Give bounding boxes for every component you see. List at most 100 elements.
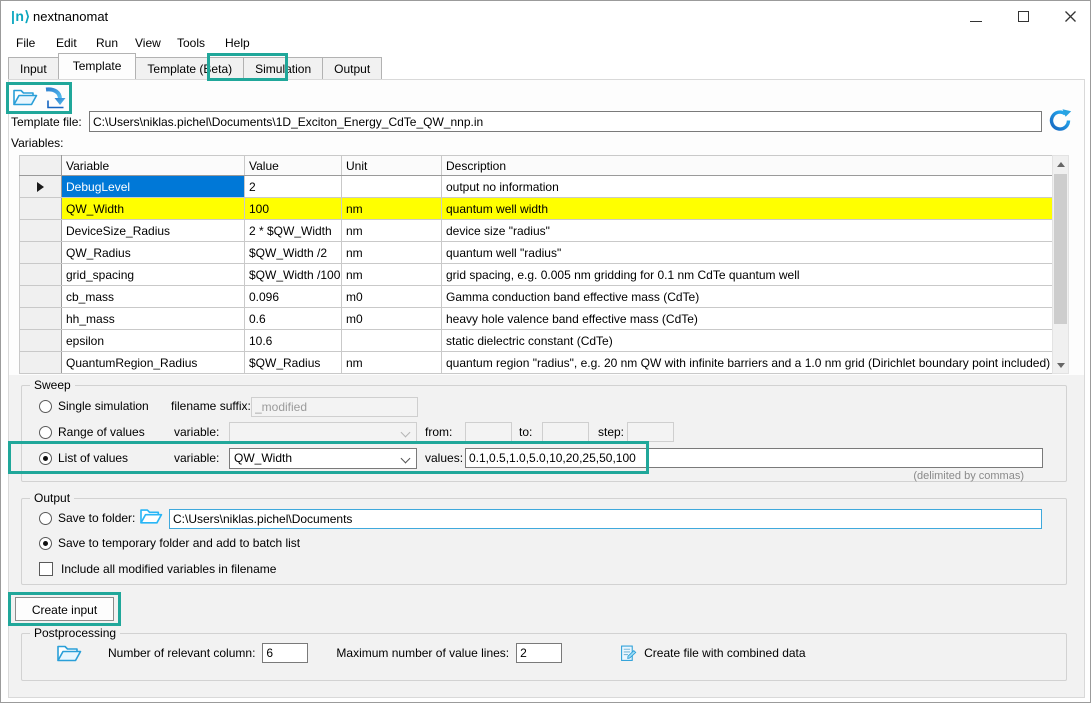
row-selector[interactable] [20,330,62,352]
list-values-input[interactable] [465,448,1043,468]
menu-run[interactable]: Run [96,36,118,50]
cell-variable[interactable]: epsilon [62,330,245,352]
reload-template-icon[interactable] [1047,107,1073,133]
menu-edit[interactable]: Edit [56,36,77,50]
cell-unit[interactable]: nm [342,352,442,374]
browse-folder-icon[interactable] [139,506,163,526]
tab-template[interactable]: Template [58,53,137,79]
maximize-icon[interactable] [1018,11,1029,22]
tab-simulation[interactable]: Simulation [243,57,323,79]
col-header-value[interactable]: Value [245,156,342,176]
scrollbar-thumb[interactable] [1054,174,1067,324]
minimize-icon[interactable] [970,21,982,22]
template-file-input[interactable] [89,111,1042,132]
cell-value[interactable]: 2 [245,176,342,198]
tab-input[interactable]: Input [8,57,59,79]
output-folder-input[interactable] [169,509,1042,529]
cell-unit[interactable] [342,330,442,352]
load-template-icon[interactable] [43,86,68,110]
cell-variable[interactable]: DebugLevel [62,176,245,198]
relevant-column-input[interactable] [262,643,308,663]
cell-unit[interactable]: nm [342,242,442,264]
row-selector[interactable] [20,308,62,330]
cell-unit[interactable] [342,176,442,198]
row-selector[interactable] [20,286,62,308]
cell-value[interactable]: 0.6 [245,308,342,330]
cell-value[interactable]: 0.096 [245,286,342,308]
scroll-down-icon[interactable] [1053,357,1068,373]
col-header-unit[interactable]: Unit [342,156,442,176]
cell-variable[interactable]: hh_mass [62,308,245,330]
row-selector[interactable] [20,198,62,220]
combined-data-file-icon[interactable] [620,645,637,662]
save-temp-folder-label: Save to temporary folder and add to batc… [58,536,300,550]
col-header-description[interactable]: Description [442,156,1053,176]
range-variable-combobox[interactable] [229,422,417,443]
list-of-values-radio[interactable] [39,452,52,465]
cell-description[interactable]: grid spacing, e.g. 0.005 nm gridding for… [442,264,1053,286]
cell-value[interactable]: 100 [245,198,342,220]
save-to-folder-label: Save to folder: [58,511,135,525]
cell-description[interactable]: output no information [442,176,1053,198]
range-from-input[interactable] [465,422,512,442]
cell-unit[interactable]: nm [342,264,442,286]
row-selector[interactable] [20,220,62,242]
cell-variable[interactable]: QuantumRegion_Radius [62,352,245,374]
cell-unit[interactable]: m0 [342,286,442,308]
row-selector[interactable] [20,352,62,374]
table-scrollbar[interactable] [1052,155,1069,374]
cell-variable[interactable]: QW_Width [62,198,245,220]
cell-unit[interactable]: nm [342,220,442,242]
table-row: QW_Width100nmquantum well width [20,198,1053,220]
cell-variable[interactable]: DeviceSize_Radius [62,220,245,242]
cell-description[interactable]: quantum well width [442,198,1053,220]
value-lines-input[interactable] [516,643,562,663]
cell-unit[interactable]: m0 [342,308,442,330]
filename-suffix-input[interactable] [251,397,418,417]
postprocessing-folder-icon[interactable] [56,642,82,664]
row-selector[interactable] [20,242,62,264]
cell-value[interactable]: 2 * $QW_Width [245,220,342,242]
range-of-values-radio[interactable] [39,426,52,439]
table-header-row: Variable Value Unit Description [20,156,1053,176]
list-of-values-label: List of values [58,451,128,465]
menu-view[interactable]: View [135,36,161,50]
menu-help[interactable]: Help [225,36,250,50]
table-row: hh_mass0.6m0heavy hole valence band effe… [20,308,1053,330]
row-selector[interactable] [20,264,62,286]
cell-description[interactable]: heavy hole valence band effective mass (… [442,308,1053,330]
cell-variable[interactable]: cb_mass [62,286,245,308]
range-to-input[interactable] [542,422,589,442]
row-selector[interactable] [20,176,62,198]
tab-template-beta[interactable]: Template (Beta) [135,57,244,79]
cell-description[interactable]: device size "radius" [442,220,1053,242]
create-input-files-button[interactable]: Create input files [15,597,114,621]
cell-description[interactable]: quantum region "radius", e.g. 20 nm QW w… [442,352,1053,374]
combined-data-label[interactable]: Create file with combined data [644,646,805,660]
tab-output[interactable]: Output [322,57,382,79]
cell-value[interactable]: $QW_Radius [245,352,342,374]
list-variable-combobox[interactable]: QW_Width [229,448,417,469]
app-window: |n⟩ nextnanomat File Edit Run View Tools… [0,0,1091,703]
cell-description[interactable]: Gamma conduction band effective mass (Cd… [442,286,1053,308]
cell-description[interactable]: quantum well "radius" [442,242,1053,264]
cell-variable[interactable]: QW_Radius [62,242,245,264]
save-temp-folder-radio[interactable] [39,537,52,550]
close-icon[interactable] [1064,10,1077,23]
save-to-folder-radio[interactable] [39,512,52,525]
list-variable-label: variable: [174,451,219,465]
col-header-variable[interactable]: Variable [62,156,245,176]
cell-description[interactable]: static dielectric constant (CdTe) [442,330,1053,352]
cell-value[interactable]: $QW_Width /100 [245,264,342,286]
scroll-up-icon[interactable] [1053,156,1068,172]
range-step-input[interactable] [627,422,674,442]
cell-unit[interactable]: nm [342,198,442,220]
cell-variable[interactable]: grid_spacing [62,264,245,286]
single-simulation-radio[interactable] [39,400,52,413]
cell-value[interactable]: $QW_Width /2 [245,242,342,264]
menu-tools[interactable]: Tools [177,36,205,50]
open-template-icon[interactable] [12,86,38,109]
include-variables-checkbox[interactable] [39,562,53,576]
cell-value[interactable]: 10.6 [245,330,342,352]
menu-file[interactable]: File [16,36,35,50]
